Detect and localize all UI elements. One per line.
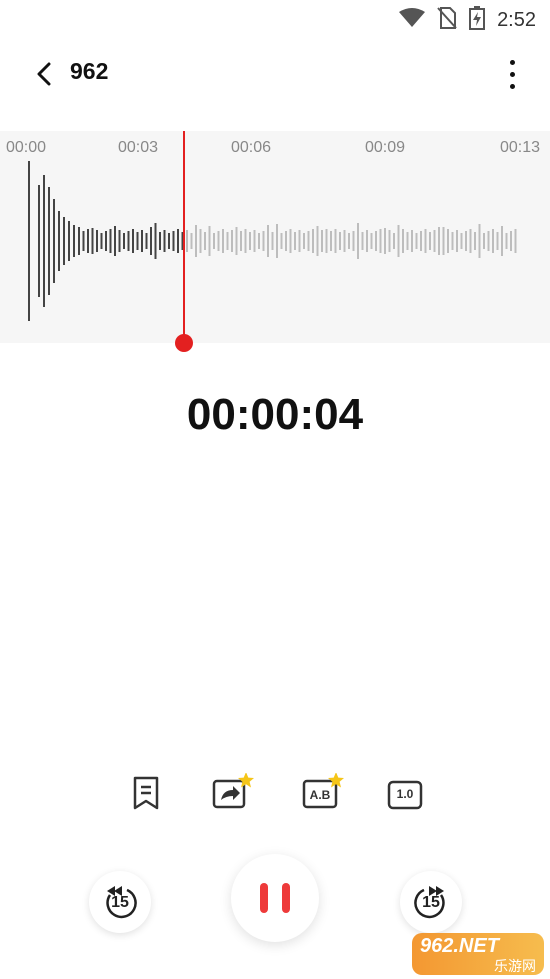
rewind-seconds: 15 <box>111 894 129 911</box>
no-sim-icon <box>437 7 457 34</box>
rewind-15-button[interactable]: 15 <box>89 871 151 933</box>
share-button[interactable] <box>211 773 257 813</box>
playhead[interactable] <box>183 131 185 343</box>
page-title: 962 <box>70 58 109 84</box>
pause-icon <box>260 883 268 913</box>
back-button[interactable] <box>26 56 62 92</box>
status-bar: 2:52 <box>0 0 550 38</box>
wifi-icon <box>399 8 426 33</box>
watermark-logo: 962.NET 乐游网 <box>412 933 544 975</box>
ab-repeat-button[interactable]: A.B <box>301 773 347 813</box>
watermark-brand: 962.NET <box>420 935 499 957</box>
playback-speed-button[interactable]: 1.0 <box>385 775 425 815</box>
ab-repeat-label: A.B <box>309 788 331 802</box>
pause-button[interactable] <box>231 854 319 942</box>
more-vert-icon <box>509 59 515 65</box>
watermark-sub: 乐游网 <box>494 958 536 974</box>
more-options-button[interactable] <box>498 54 526 94</box>
chevron-left-icon <box>37 62 51 86</box>
app-bar: 962 <box>0 44 550 100</box>
bookmark-icon <box>133 776 159 810</box>
battery-charging-icon <box>469 6 486 35</box>
share-icon <box>212 773 254 809</box>
forward-seconds: 15 <box>422 894 440 911</box>
bookmark-button[interactable] <box>126 773 166 813</box>
waveform <box>28 161 517 321</box>
waveform-timeline[interactable]: 00:00 00:03 00:06 00:09 00:13 <box>0 131 550 343</box>
playhead-handle[interactable] <box>175 334 193 352</box>
status-time: 2:52 <box>497 9 536 31</box>
forward-15-button[interactable]: 15 <box>400 871 462 933</box>
elapsed-time: 00:00:04 <box>186 390 364 439</box>
speed-label: 1.0 <box>396 787 414 801</box>
